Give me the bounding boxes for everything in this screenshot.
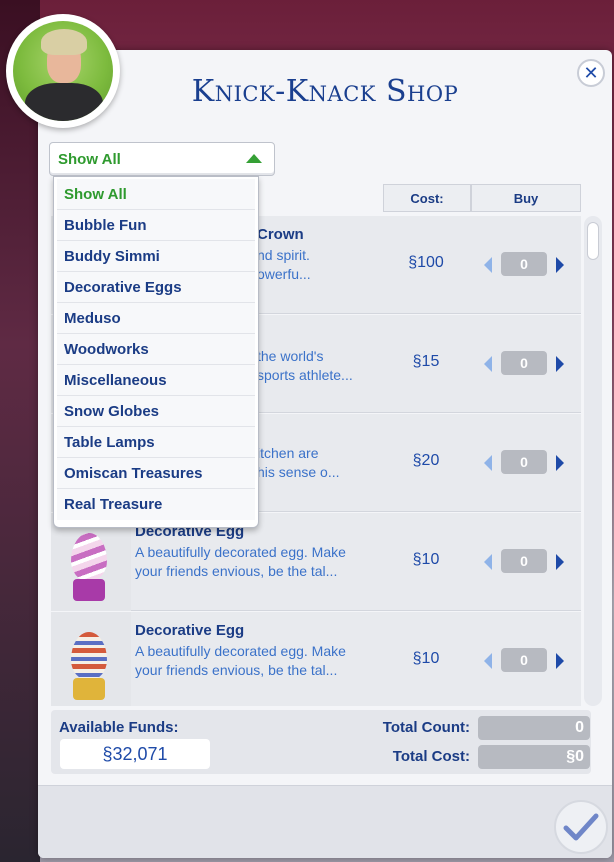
quantity-stepper: 0 xyxy=(481,648,571,674)
footer-bar xyxy=(38,785,612,858)
item-desc-line: your friends envious, be the tal... xyxy=(135,563,338,579)
available-funds-value: §32,071 xyxy=(60,739,210,769)
dropdown-option-omiscan-treasures[interactable]: Omiscan Treasures xyxy=(57,458,255,489)
decrement-icon[interactable] xyxy=(484,356,492,372)
dropdown-option-buddy-simmi[interactable]: Buddy Simmi xyxy=(57,241,255,272)
item-cost: §100 xyxy=(408,254,444,271)
confirm-button[interactable] xyxy=(554,800,608,854)
dropdown-option-table-lamps[interactable]: Table Lamps xyxy=(57,427,255,458)
quantity-value[interactable]: 0 xyxy=(501,252,547,276)
total-cost-label: Total Cost: xyxy=(392,748,470,765)
total-cost-value: §0 xyxy=(478,745,590,769)
item-desc-line: sports athlete... xyxy=(257,367,353,383)
dropdown-option-bubble-fun[interactable]: Bubble Fun xyxy=(57,210,255,241)
item-description: the world's sports athlete... xyxy=(257,347,407,385)
category-filter-select[interactable]: Show All xyxy=(49,142,275,176)
quantity-stepper: 0 xyxy=(481,351,571,377)
decorative-egg-image xyxy=(71,632,107,680)
item-desc-line: his sense o... xyxy=(257,464,340,480)
item-name: Decorative Egg xyxy=(135,622,245,639)
item-cost: §10 xyxy=(412,650,440,667)
decorative-egg-image xyxy=(71,533,107,581)
item-desc-line: nd spirit. xyxy=(257,247,310,263)
item-desc-line: A beautifully decorated egg. Make xyxy=(135,544,346,560)
available-funds-label: Available Funds: xyxy=(59,719,179,736)
item-cost: §10 xyxy=(412,551,440,568)
dropdown-option-snow-globes[interactable]: Snow Globes xyxy=(57,396,255,427)
quantity-value[interactable]: 0 xyxy=(501,648,547,672)
background-strip xyxy=(0,0,40,862)
dropdown-option-decorative-eggs[interactable]: Decorative Eggs xyxy=(57,272,255,303)
item-cost: §20 xyxy=(412,452,440,469)
item-cost: §15 xyxy=(412,353,440,370)
increment-icon[interactable] xyxy=(556,455,564,471)
decrement-icon[interactable] xyxy=(484,257,492,273)
dropdown-option-show-all[interactable]: Show All xyxy=(57,179,255,210)
list-item[interactable]: Decorative Egg A beautifully decorated e… xyxy=(51,612,581,706)
column-header-cost: Cost: xyxy=(383,184,471,212)
chevron-up-icon xyxy=(246,154,262,163)
filter-selected-label: Show All xyxy=(58,151,121,168)
item-description: nd spirit. owerfu... xyxy=(257,246,397,284)
increment-icon[interactable] xyxy=(556,356,564,372)
decrement-icon[interactable] xyxy=(484,653,492,669)
item-desc-line: the world's xyxy=(257,348,324,364)
item-desc-line: A beautifully decorated egg. Make xyxy=(135,643,346,659)
decrement-icon[interactable] xyxy=(484,554,492,570)
scrollbar-thumb[interactable] xyxy=(587,222,599,260)
quantity-value[interactable]: 0 xyxy=(501,450,547,474)
dropdown-option-meduso[interactable]: Meduso xyxy=(57,303,255,334)
list-scrollbar[interactable] xyxy=(584,216,602,706)
item-description: A beautifully decorated egg. Make your f… xyxy=(135,543,383,581)
category-dropdown-menu: Show All Bubble Fun Buddy Simmi Decorati… xyxy=(53,176,259,528)
dropdown-option-miscellaneous[interactable]: Miscellaneous xyxy=(57,365,255,396)
page-title: Knick-Knack Shop xyxy=(191,74,459,109)
close-button[interactable]: ✕ xyxy=(577,59,605,87)
egg-stand-image xyxy=(73,678,105,700)
avatar-hair xyxy=(41,29,87,55)
item-thumbnail xyxy=(51,612,131,706)
dropdown-option-real-treasure[interactable]: Real Treasure xyxy=(57,489,255,520)
column-header-buy: Buy xyxy=(471,184,581,212)
total-count-value: 0 xyxy=(478,716,590,740)
quantity-stepper: 0 xyxy=(481,450,571,476)
item-desc-line: owerfu... xyxy=(257,266,311,282)
checkmark-icon xyxy=(563,813,599,841)
quantity-stepper: 0 xyxy=(481,252,571,278)
item-desc-line: itchen are xyxy=(257,445,319,461)
item-description: itchen are his sense o... xyxy=(257,444,407,482)
increment-icon[interactable] xyxy=(556,653,564,669)
decrement-icon[interactable] xyxy=(484,455,492,471)
quantity-value[interactable]: 0 xyxy=(501,351,547,375)
dropdown-option-woodworks[interactable]: Woodworks xyxy=(57,334,255,365)
quantity-value[interactable]: 0 xyxy=(501,549,547,573)
egg-stand-image xyxy=(73,579,105,601)
increment-icon[interactable] xyxy=(556,554,564,570)
sim-avatar xyxy=(6,14,120,128)
close-icon: ✕ xyxy=(583,62,599,83)
item-name: Crown xyxy=(257,226,304,243)
quantity-stepper: 0 xyxy=(481,549,571,575)
item-desc-line: your friends envious, be the tal... xyxy=(135,662,338,678)
item-description: A beautifully decorated egg. Make your f… xyxy=(135,642,383,680)
total-count-label: Total Count: xyxy=(382,719,470,736)
increment-icon[interactable] xyxy=(556,257,564,273)
